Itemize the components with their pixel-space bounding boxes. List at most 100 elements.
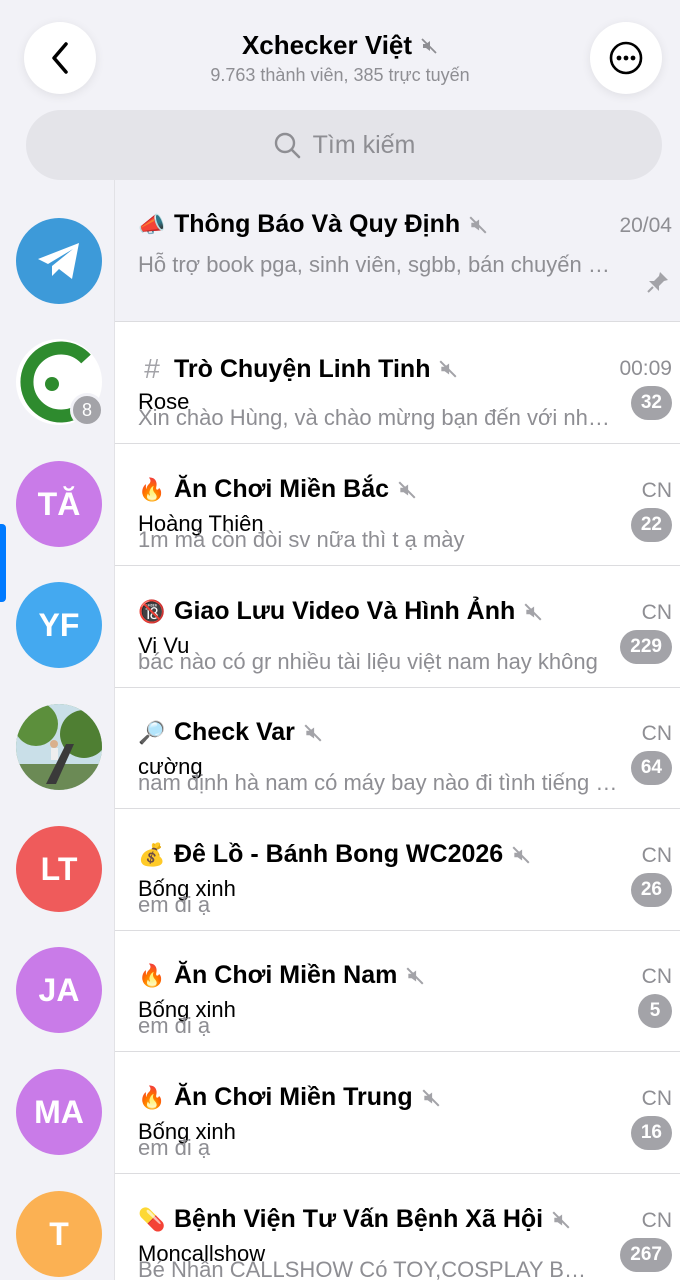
topic-title: 💊 Bệnh Viện Tư Vấn Bệnh Xã Hội (138, 1205, 571, 1234)
telegram-icon (38, 243, 79, 279)
search-bar[interactable]: Tìm kiếm (26, 110, 662, 180)
unread-badge: 64 (630, 751, 672, 785)
row-separator (115, 443, 680, 444)
row-separator (115, 321, 680, 322)
muted-icon (552, 1211, 570, 1228)
search-icon (274, 132, 300, 159)
unread-badge: 229 (620, 630, 672, 664)
avatar-photo[interactable] (16, 704, 102, 790)
fire-icon: 🔥 (138, 962, 166, 988)
topic-time: 20/04 (619, 214, 672, 237)
photo-avatar-icon (16, 704, 102, 790)
topic-title-text: Đê Lồ - Bánh Bong WC2026 (174, 840, 504, 868)
unread-badge: 16 (630, 1116, 672, 1150)
topic-preview: nam định hà nam có máy bay nào đi tình t… (138, 770, 618, 795)
topic-row[interactable]: 🔎 Check Var CN cường nam định hà nam có … (115, 688, 680, 809)
muted-icon (421, 37, 437, 54)
pill-icon: 💊 (138, 1206, 166, 1232)
topic-preview: Hỗ trợ book pga, sinh viên, sgbb, bán ch… (138, 252, 618, 277)
topic-title-text: Check Var (174, 718, 295, 746)
topic-time: CN (641, 844, 672, 867)
row-separator (115, 808, 680, 809)
group-title: Xchecker Việt (242, 30, 438, 61)
topic-preview: Bé Nhân CALLSHOW Có TOY,COSPLAY Bú Mút (138, 1257, 598, 1280)
topic-preview: Xin chào Hùng, và chào mừng bạn đến với … (138, 405, 618, 430)
avatar-lt[interactable]: LT (16, 826, 102, 912)
fire-icon: 🔥 (138, 476, 166, 502)
topic-row[interactable]: 🔥 Ăn Chơi Miền Trung CN Bống xinh em đi … (115, 1053, 680, 1174)
group-name: Xchecker Việt (241, 30, 413, 60)
topic-row[interactable]: 🔥 Ăn Chơi Miền Nam CN Bống xinh em đi ạ … (115, 931, 680, 1052)
topic-preview: em đi ạ (138, 892, 211, 917)
no-under-18-icon: 🔞 (138, 598, 166, 624)
active-indicator (0, 524, 6, 602)
unread-badge: 26 (630, 873, 672, 907)
topic-preview: em đi ạ (138, 1013, 211, 1038)
pin-icon (647, 272, 668, 293)
avatar-green-c[interactable]: 8 (16, 339, 104, 427)
topic-title: # Trò Chuyện Linh Tinh (138, 353, 458, 385)
row-separator (115, 565, 680, 566)
more-button[interactable] (590, 22, 662, 94)
muted-icon (524, 603, 542, 620)
money-bag-icon: 💰 (138, 841, 166, 867)
hashtag-icon: # (144, 353, 160, 384)
topic-title-text: Ăn Chơi Miền Trung (174, 1083, 413, 1111)
avatar-ta[interactable]: TĂ (16, 461, 102, 547)
topic-title: 🔎 Check Var (138, 718, 323, 747)
avatar-ma[interactable]: MA (16, 1069, 102, 1155)
folder-unread-badge: 8 (70, 393, 104, 427)
muted-icon (398, 481, 416, 498)
back-button[interactable] (24, 22, 96, 94)
muted-icon (439, 360, 457, 378)
topic-row[interactable]: 💊 Bệnh Viện Tư Vấn Bệnh Xã Hội CN Moncal… (115, 1175, 680, 1280)
row-separator (115, 1173, 680, 1174)
topic-title: 💰 Đê Lồ - Bánh Bong WC2026 (138, 840, 531, 869)
topic-preview: bác nào có gr nhiều tài liệu việt nam ha… (138, 649, 598, 674)
unread-badge: 5 (638, 994, 672, 1028)
group-subtitle: 9.763 thành viên, 385 trực tuyến (210, 65, 470, 85)
topic-title: 🔥 Ăn Chơi Miền Nam (138, 961, 425, 990)
fire-icon: 🔥 (138, 1084, 166, 1110)
topic-time: CN (641, 1209, 672, 1232)
avatar-yf[interactable]: YF (16, 582, 102, 668)
topic-row[interactable]: 🔞 Giao Lưu Video Và Hình Ảnh CN Vi Vu bá… (115, 567, 680, 688)
topic-row[interactable]: 📣 Thông Báo Và Quy Định 20/04 Hỗ trợ boo… (115, 180, 680, 322)
title-block[interactable]: Xchecker Việt 9.763 thành viên, 385 trực… (140, 30, 540, 86)
topic-title-text: Bệnh Viện Tư Vấn Bệnh Xã Hội (174, 1205, 544, 1233)
topic-title: 🔥 Ăn Chơi Miền Bắc (138, 475, 417, 504)
chevron-left-icon (52, 42, 68, 74)
topic-list: 📣 Thông Báo Và Quy Định 20/04 Hỗ trợ boo… (115, 180, 680, 1280)
avatar-ja[interactable]: JA (16, 947, 102, 1033)
topic-title-text: Thông Báo Và Quy Định (174, 210, 461, 238)
topic-preview: 1m mà còn đòi sv nữa thì t ạ mày (138, 527, 465, 552)
topic-time: CN (641, 1087, 672, 1110)
avatar-t[interactable]: T (16, 1191, 102, 1277)
topic-title-text: Giao Lưu Video Và Hình Ảnh (174, 597, 516, 625)
topic-title: 📣 Thông Báo Và Quy Định (138, 210, 488, 239)
muted-icon (422, 1089, 440, 1106)
topic-row[interactable]: 🔥 Ăn Chơi Miền Bắc CN Hoàng Thiên 1m mà … (115, 445, 680, 566)
magnifier-icon: 🔎 (138, 719, 166, 745)
topic-row[interactable]: 💰 Đê Lồ - Bánh Bong WC2026 CN Bống xinh … (115, 810, 680, 931)
topic-title: 🔥 Ăn Chơi Miền Trung (138, 1083, 441, 1112)
topic-time: CN (641, 965, 672, 988)
topic-title-text: Ăn Chơi Miền Bắc (174, 475, 390, 503)
avatar-telegram[interactable] (16, 218, 102, 304)
topic-time: 00:09 (619, 357, 672, 380)
muted-icon (469, 216, 487, 233)
topic-time: CN (641, 479, 672, 502)
unread-badge: 32 (630, 386, 672, 420)
muted-icon (512, 846, 530, 863)
topic-title-text: Trò Chuyện Linh Tinh (174, 354, 431, 383)
muted-icon (304, 724, 322, 741)
topic-time: CN (641, 722, 672, 745)
topic-preview: em đi ạ (138, 1135, 211, 1160)
row-separator (115, 1051, 680, 1052)
search-placeholder: Tìm kiếm (312, 130, 416, 159)
chat-header: Xchecker Việt 9.763 thành viên, 385 trực… (0, 0, 680, 180)
topic-row[interactable]: # Trò Chuyện Linh Tinh 00:09 Rose Xin ch… (115, 323, 680, 444)
folder-sidebar: 8 TĂ YF LT JA MA T (0, 180, 115, 1280)
topic-title-text: Ăn Chơi Miền Nam (174, 961, 398, 989)
muted-icon (406, 967, 424, 984)
